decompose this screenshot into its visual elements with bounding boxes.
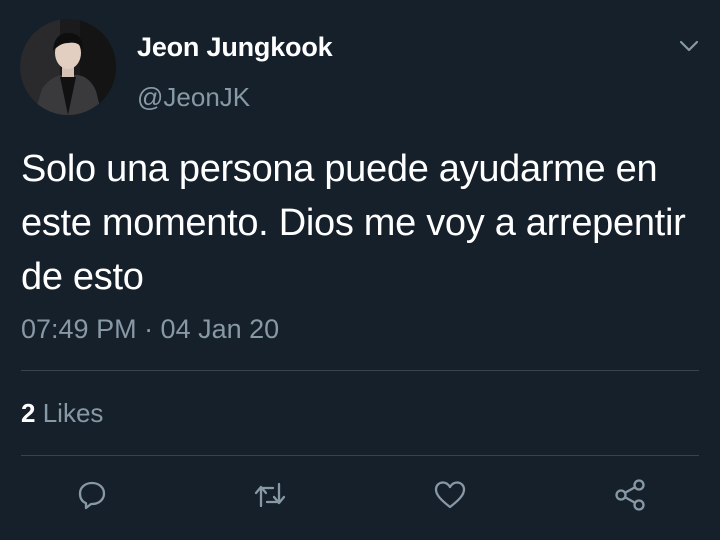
divider <box>21 455 699 456</box>
avatar[interactable] <box>20 19 116 115</box>
tweet-text: Solo una persona puede ayudarme en este … <box>21 148 686 298</box>
avatar-image <box>20 19 116 115</box>
retweet-icon <box>252 479 288 511</box>
reply-icon <box>76 479 108 511</box>
tweet-timestamp: 07:49 PM · 04 Jan 20 <box>21 314 280 344</box>
retweet-button[interactable] <box>250 475 290 515</box>
tweet-detail: Jeon Jungkook @JeonJK Solo una persona p… <box>0 0 720 540</box>
share-button[interactable] <box>610 475 650 515</box>
author-display-name[interactable]: Jeon Jungkook <box>137 32 333 63</box>
divider <box>21 370 699 371</box>
share-icon <box>612 478 648 512</box>
heart-icon <box>433 479 467 511</box>
reply-button[interactable] <box>72 475 112 515</box>
likes-stat[interactable]: 2 Likes <box>21 398 103 429</box>
likes-label: Likes <box>42 398 104 428</box>
author-handle[interactable]: @JeonJK <box>137 82 250 113</box>
chevron-down-icon[interactable] <box>678 38 700 54</box>
likes-count: 2 <box>21 398 36 428</box>
like-button[interactable] <box>430 475 470 515</box>
